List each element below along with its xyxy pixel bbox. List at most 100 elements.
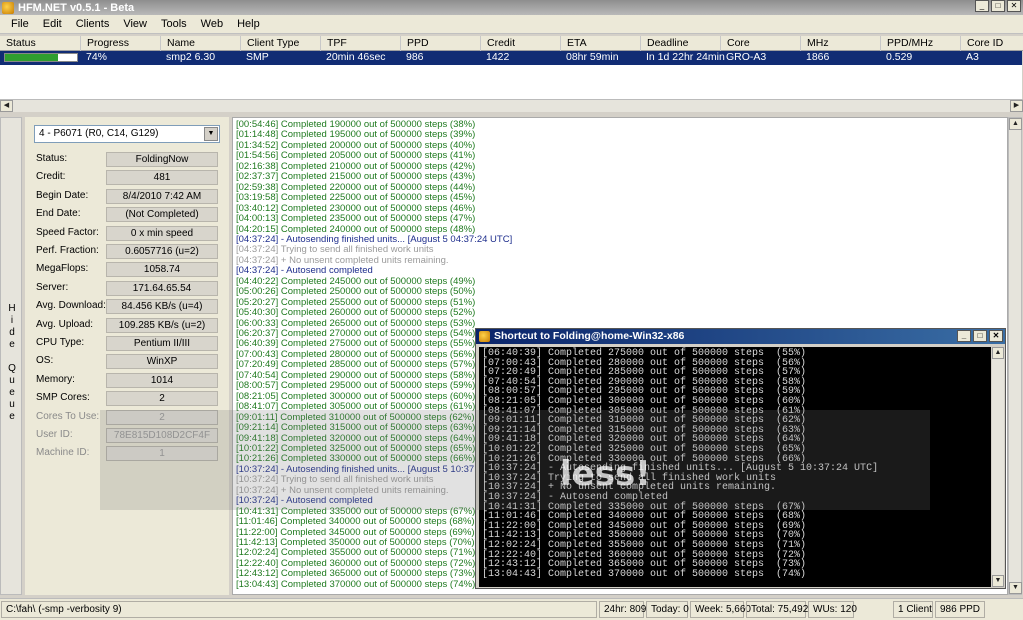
col-name[interactable]: Name: [160, 36, 240, 51]
info-row: MegaFlops: 1058.74: [36, 262, 224, 278]
info-label: MegaFlops:: [36, 263, 89, 275]
grid-body: [0, 65, 1022, 99]
menu-file[interactable]: File: [4, 18, 36, 30]
info-value: 0.6057716 (u=2): [106, 244, 218, 259]
log-line: [12:02:24] Completed 355000 out of 50000…: [236, 547, 476, 559]
console-title-bar[interactable]: Shortcut to Folding@home-Win32-x86 _ □ ✕: [476, 329, 1005, 344]
info-value: 84.456 KB/s (u=4): [106, 299, 218, 315]
info-value: 109.285 KB/s (u=2): [106, 317, 218, 333]
info-label: SMP Cores:: [36, 392, 90, 404]
status-ppd: 986 PPD: [935, 601, 985, 618]
col-credit[interactable]: Credit: [480, 36, 560, 51]
scroll-left-icon[interactable]: ◀: [0, 100, 13, 112]
console-minimize-button[interactable]: _: [957, 330, 971, 342]
window-title: HFM.NET v0.5.1 - Beta: [18, 1, 135, 14]
status-path: C:\fah\ (-smp -verbosity 9): [1, 601, 597, 618]
console-scrollbar[interactable]: ▲ ▼: [992, 347, 1004, 587]
info-label: Memory:: [36, 373, 75, 385]
col-progress[interactable]: Progress: [80, 36, 160, 51]
console-scroll-down-icon[interactable]: ▼: [992, 575, 1004, 587]
queue-slot-select[interactable]: 4 - P6071 (R0, C14, G129) ▼: [34, 125, 220, 143]
console-maximize-button[interactable]: □: [973, 330, 987, 342]
info-row: End Date: (Not Completed): [36, 207, 224, 223]
col-status[interactable]: Status: [0, 36, 80, 51]
chevron-down-icon[interactable]: ▼: [204, 127, 218, 141]
console-title: Shortcut to Folding@home-Win32-x86: [494, 330, 685, 342]
status-bar: C:\fah\ (-smp -verbosity 9) 24hr: 809 To…: [0, 598, 1023, 620]
close-button[interactable]: ✕: [1007, 0, 1021, 12]
info-row: SMP Cores: 2: [36, 391, 224, 407]
status-clients: 1 Client: [893, 601, 933, 618]
info-value: FoldingNow: [106, 152, 218, 167]
scroll-up-icon[interactable]: ▲: [1009, 118, 1022, 130]
col-eta[interactable]: ETA: [560, 36, 640, 51]
log-line: [04:00:13] Completed 235000 out of 50000…: [236, 213, 476, 225]
cell-ppd-mhz: 0.529: [886, 51, 913, 63]
scroll-right-icon[interactable]: ▶: [1010, 100, 1023, 112]
watermark-text: less!: [560, 454, 651, 494]
info-row: Begin Date: 8/4/2010 7:42 AM: [36, 188, 224, 205]
menu-view[interactable]: View: [116, 18, 154, 30]
info-row: Avg. Upload: 109.285 KB/s (u=2): [36, 317, 224, 334]
info-value: 1058.74: [106, 262, 218, 278]
table-row[interactable]: 74% smp2 6.30 SMP 20min 46sec 986 1422 0…: [0, 51, 1022, 65]
log-vertical-scrollbar[interactable]: ▲ ▼: [1008, 117, 1022, 595]
menu-edit[interactable]: Edit: [36, 18, 69, 30]
menu-tools[interactable]: Tools: [154, 18, 194, 30]
info-value: Pentium II/III: [106, 336, 218, 351]
info-value: 8/4/2010 7:42 AM: [106, 188, 218, 204]
info-label: Perf. Fraction:: [36, 245, 99, 256]
title-bar[interactable]: HFM.NET v0.5.1 - Beta _ □ ✕: [0, 0, 1023, 15]
log-line: [11:01:46] Completed 340000 out of 50000…: [236, 516, 475, 528]
col-ppd[interactable]: PPD: [400, 36, 480, 51]
console-line: [13:04:43] Completed 370000 out of 50000…: [482, 568, 807, 580]
col-tpf[interactable]: TPF: [320, 36, 400, 51]
cell-core: GRO-A3: [726, 51, 767, 63]
info-label: Avg. Download:: [36, 300, 106, 312]
info-row: CPU Type: Pentium II/III: [36, 336, 224, 352]
hide-queue-toggle[interactable]: Hide Queue: [0, 117, 22, 595]
info-row: Credit: 481: [36, 170, 224, 186]
info-row: Speed Factor: 0 x min speed: [36, 225, 224, 242]
menu-bar: File Edit Clients View Tools Web Help: [0, 15, 1023, 34]
info-label: CPU Type:: [36, 337, 85, 348]
horizontal-scrollbar[interactable]: ◀ ▶: [0, 99, 1023, 112]
status-24hr: 24hr: 809: [599, 601, 646, 618]
menu-web[interactable]: Web: [194, 18, 230, 30]
cell-name: smp2 6.30: [166, 51, 216, 63]
info-label: Status:: [36, 153, 68, 164]
col-core-id[interactable]: Core ID: [960, 36, 1023, 51]
console-app-icon: [479, 331, 490, 342]
col-deadline[interactable]: Deadline: [640, 36, 720, 51]
app-icon: [2, 1, 14, 14]
menu-clients[interactable]: Clients: [69, 18, 117, 30]
col-core[interactable]: Core: [720, 36, 800, 51]
minimize-button[interactable]: _: [975, 0, 989, 12]
col-mhz[interactable]: MHz: [800, 36, 880, 51]
status-today: Today: 0: [646, 601, 689, 618]
log-line: [04:37:24] - Autosend completed: [236, 265, 373, 277]
log-line: [05:00:26] Completed 250000 out of 50000…: [236, 286, 476, 298]
col-ppd-mhz[interactable]: PPD/MHz: [880, 36, 960, 51]
menu-help[interactable]: Help: [230, 18, 267, 30]
info-label: Credit:: [36, 171, 66, 183]
info-label: Begin Date:: [36, 189, 89, 201]
log-line: [08:00:57] Completed 295000 out of 50000…: [236, 380, 476, 392]
log-line: [12:43:12] Completed 365000 out of 50000…: [236, 568, 476, 580]
info-value: WinXP: [106, 354, 218, 370]
maximize-button[interactable]: □: [991, 0, 1005, 12]
col-client-type[interactable]: Client Type: [240, 36, 320, 51]
console-close-button[interactable]: ✕: [989, 330, 1003, 342]
log-line: [02:37:37] Completed 215000 out of 50000…: [236, 171, 476, 183]
cell-progress: 74%: [86, 51, 108, 63]
console-scroll-up-icon[interactable]: ▲: [992, 347, 1004, 359]
info-label: OS:: [36, 355, 54, 367]
log-line: [03:19:58] Completed 225000 out of 50000…: [236, 192, 476, 204]
photobucket-watermark: less!: [100, 410, 930, 510]
info-label: End Date:: [36, 208, 81, 220]
info-value: 0 x min speed: [106, 225, 218, 241]
info-label: User ID:: [36, 429, 73, 440]
log-line: [04:20:15] Completed 240000 out of 50000…: [236, 223, 476, 235]
scroll-down-icon[interactable]: ▼: [1009, 582, 1022, 594]
log-line: [01:54:56] Completed 205000 out of 50000…: [236, 150, 476, 162]
